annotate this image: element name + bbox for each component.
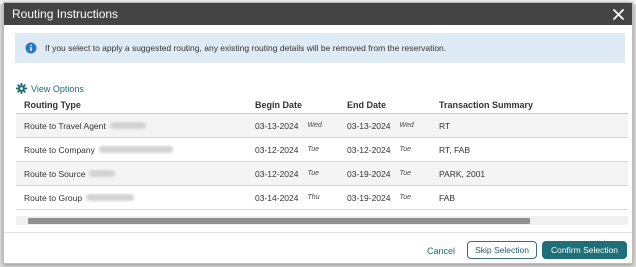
end-date: 03-19-2024 [347, 192, 391, 203]
begin-date: 03-13-2024 [255, 120, 299, 131]
table-body: Route to Travel Agent 03-13-2024 Wed 03-1… [16, 114, 628, 210]
redacted-name [109, 122, 146, 129]
routing-type-cell: Route to Source [16, 169, 255, 179]
begin-day: Tue [307, 146, 320, 153]
view-options-label: View Options [31, 83, 84, 94]
end-date: 03-12-2024 [347, 144, 391, 155]
begin-day: Tue [307, 170, 320, 177]
end-day: Tue [399, 194, 412, 201]
end-day: Wed [399, 122, 414, 129]
table-header: Routing Type Begin Date End Date Transac… [16, 96, 628, 114]
horizontal-scrollbar[interactable] [16, 216, 628, 225]
header-begin-date[interactable]: Begin Date [255, 100, 347, 110]
redacted-name [98, 146, 173, 153]
dialog-footer: Cancel Skip Selection Confirm Selection [4, 232, 632, 263]
transaction-summary: FAB [439, 192, 456, 203]
begin-date-cell: 03-12-2024 Tue [255, 145, 347, 155]
scrollbar-thumb[interactable] [28, 218, 530, 224]
cancel-button[interactable]: Cancel [427, 246, 455, 256]
confirm-selection-button[interactable]: Confirm Selection [542, 241, 627, 259]
routing-type-cell: Route to Group [16, 193, 255, 203]
end-date-cell: 03-19-2024 Tue [347, 193, 439, 203]
header-end-date[interactable]: End Date [347, 100, 439, 110]
routing-type-cell: Route to Company [16, 145, 255, 155]
begin-date-cell: 03-14-2024 Thu [255, 193, 347, 203]
begin-date-cell: 03-12-2024 Tue [255, 169, 347, 179]
begin-day: Thu [307, 194, 320, 201]
routing-type-cell: Route to Travel Agent [16, 121, 255, 131]
end-date-cell: 03-12-2024 Tue [347, 145, 439, 155]
end-day: Tue [399, 170, 412, 177]
routing-type: Route to Travel Agent [24, 120, 106, 131]
table-row[interactable]: Route to Source 03-12-2024 Tue 03-19-2024… [16, 162, 628, 186]
dialog-title: Routing Instructions [12, 7, 119, 21]
end-date: 03-13-2024 [347, 120, 391, 131]
transaction-summary: PARK, 2001 [439, 168, 486, 179]
begin-date-cell: 03-13-2024 Wed [255, 121, 347, 131]
routing-type: Route to Company [24, 144, 95, 155]
routing-type: Route to Source [24, 168, 86, 179]
begin-date: 03-14-2024 [255, 192, 299, 203]
begin-day: Wed [307, 122, 322, 129]
table-row[interactable]: Route to Company 03-12-2024 Tue 03-12-202… [16, 138, 628, 162]
gear-icon [16, 83, 27, 94]
table-row[interactable]: Route to Group 03-14-2024 Thu 03-19-2024 T… [16, 186, 628, 210]
dialog-titlebar: Routing Instructions [4, 3, 632, 25]
header-routing-type[interactable]: Routing Type [16, 100, 255, 110]
end-date-cell: 03-13-2024 Wed [347, 121, 439, 131]
routing-instructions-dialog: Routing Instructions If you select to ap… [3, 2, 633, 264]
info-banner: If you select to apply a suggested routi… [15, 33, 625, 63]
transaction-summary: RT [439, 120, 451, 131]
view-options-link[interactable]: View Options [16, 83, 84, 94]
info-circle-icon [25, 42, 37, 54]
redacted-name [89, 170, 116, 177]
end-date: 03-19-2024 [347, 168, 391, 179]
header-transaction-summary[interactable]: Transaction Summary [439, 100, 628, 110]
table-row[interactable]: Route to Travel Agent 03-13-2024 Wed 03-1… [16, 114, 628, 138]
begin-date: 03-12-2024 [255, 168, 299, 179]
close-icon[interactable] [610, 6, 626, 22]
end-day: Tue [399, 146, 412, 153]
routing-type: Route to Group [24, 192, 83, 203]
transaction-summary: RT, FAB [439, 144, 471, 155]
begin-date: 03-12-2024 [255, 144, 299, 155]
info-message: If you select to apply a suggested routi… [45, 43, 447, 53]
skip-selection-button[interactable]: Skip Selection [467, 241, 537, 259]
routing-table: Routing Type Begin Date End Date Transac… [16, 96, 628, 210]
redacted-name [86, 194, 135, 201]
end-date-cell: 03-19-2024 Tue [347, 169, 439, 179]
